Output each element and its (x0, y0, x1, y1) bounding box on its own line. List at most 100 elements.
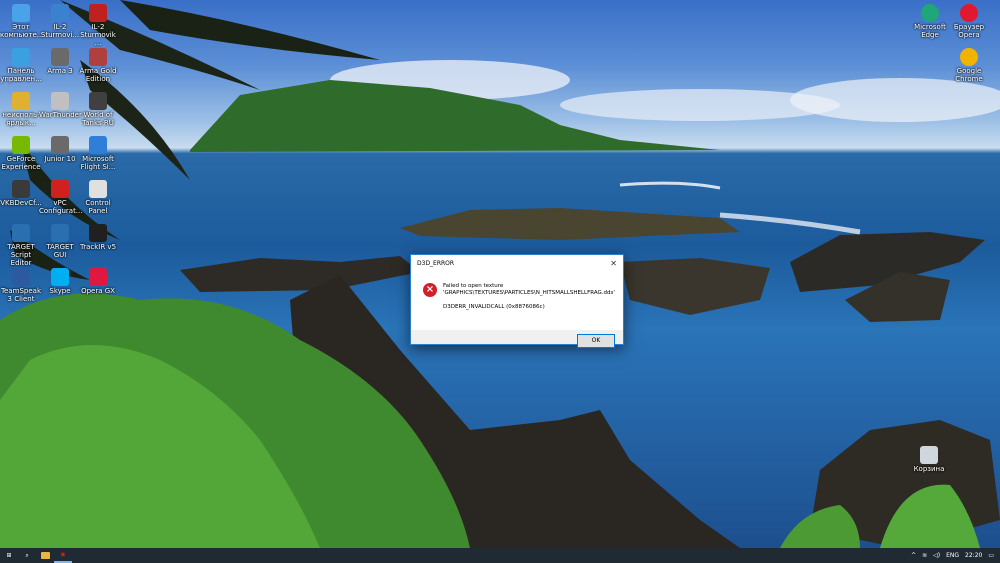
ok-button[interactable]: OK (577, 334, 615, 348)
app-icon (12, 268, 30, 286)
desktop-icon[interactable]: Google Chrome (948, 48, 990, 83)
app-icon (89, 48, 107, 66)
browser-icon (960, 4, 978, 22)
desktop-icon[interactable]: Junior 10 (39, 136, 81, 163)
clock[interactable]: 22:20 (965, 552, 982, 559)
language-indicator[interactable]: ENG (946, 552, 959, 559)
desktop-icon[interactable]: Microsoft Flight Si... (77, 136, 119, 171)
app-icon (12, 48, 30, 66)
dialog-titlebar[interactable]: D3D_ERROR ✕ (411, 255, 623, 271)
desktop-icon-label: TARGET Script Editor (7, 243, 35, 267)
search-button[interactable]: ⌕ (18, 548, 36, 563)
desktop-icon-label: VKBDevCf... (0, 199, 42, 207)
desktop-icon[interactable]: GeForce Experience (0, 136, 42, 171)
desktop-icon-label: Microsoft Edge (914, 23, 946, 39)
desktop-icon[interactable]: Панель управлен... (0, 48, 42, 83)
browser-icon (921, 4, 939, 22)
game-taskbar-button[interactable]: ★ (54, 548, 72, 563)
desktop-icon[interactable]: WarThunder (39, 92, 82, 119)
desktop-icon-label: Панель управлен... (0, 67, 42, 83)
desktop-icon-label: WarThunder (39, 111, 82, 119)
desktop-icon[interactable]: Браузер Opera (948, 4, 990, 39)
desktop-icon-label: World of Tanks RU (82, 111, 114, 127)
desktop-icon-label: неисполь-ярлык... (2, 111, 40, 127)
app-icon (12, 4, 30, 22)
start-button[interactable]: ⊞ (0, 548, 18, 563)
error-code: D3DERR_INVALIDCALL (0x8876086c) (443, 304, 545, 310)
desktop-icon-label: IL-2 Sturmovik ... (80, 23, 116, 47)
desktop-icon[interactable]: VKBDevCf... (0, 180, 42, 207)
app-icon (89, 224, 107, 242)
app-icon (51, 92, 69, 110)
dialog-title: D3D_ERROR (417, 259, 455, 267)
close-icon[interactable]: ✕ (610, 259, 617, 268)
app-icon (12, 224, 30, 242)
desktop-icon[interactable]: vPC Configurat... (39, 180, 83, 215)
app-icon (51, 136, 69, 154)
dialog-body: × Failed to open texture 'GRAPHICS\TEXTU… (411, 271, 623, 330)
desktop-icon-label: Браузер Opera (953, 23, 985, 39)
recycle-bin-label: Корзина (913, 465, 945, 473)
app-icon (12, 180, 30, 198)
app-icon (12, 92, 30, 110)
desktop-icon[interactable]: Arma Gold Edition (77, 48, 119, 83)
dialog-footer: OK (411, 330, 623, 352)
notifications-icon[interactable]: ▭ (988, 552, 994, 559)
desktop-icon[interactable]: неисполь-ярлык... (0, 92, 42, 127)
desktop-icon-label: Google Chrome (955, 67, 983, 83)
desktop-icon[interactable]: TrackIR v5 (77, 224, 119, 251)
desktop-icon-label: Control Panel (85, 199, 111, 215)
desktop-icon-label: TeamSpeak 3 Client (0, 287, 42, 303)
app-star-icon: ★ (59, 550, 67, 559)
dialog-message: Failed to open texture 'GRAPHICS\TEXTURE… (443, 283, 615, 311)
error-icon: × (423, 283, 437, 297)
desktop-icon[interactable]: TARGET GUI (39, 224, 81, 259)
app-icon (51, 48, 69, 66)
recycle-bin[interactable]: Корзина (908, 446, 950, 473)
browser-icon (960, 48, 978, 66)
system-tray: ^ ≋ ◁) ENG 22:20 ▭ (911, 548, 1000, 563)
desktop-icon-label: Этот компьюте... (0, 23, 44, 39)
desktop-icon[interactable]: Opera GX (77, 268, 119, 295)
search-icon: ⌕ (25, 551, 29, 559)
app-icon (51, 180, 69, 198)
desktop-icon-label: Microsoft Flight Si... (80, 155, 116, 171)
message-line-1: Failed to open texture (443, 283, 504, 289)
desktop-icon-label: Arma Gold Edition (79, 67, 117, 83)
error-dialog: D3D_ERROR ✕ × Failed to open texture 'GR… (410, 254, 624, 348)
desktop-icon[interactable]: Skype (39, 268, 81, 295)
desktop-icon[interactable]: TARGET Script Editor (0, 224, 42, 267)
app-icon (51, 268, 69, 286)
desktop-icon-label: IL-2 Sturmovi... (40, 23, 80, 39)
desktop-icon-label: TARGET GUI (46, 243, 74, 259)
app-icon (89, 136, 107, 154)
message-line-2: 'GRAPHICS\TEXTURES\PARTICLES\N_HITSMALLS… (443, 290, 615, 296)
desktop-icon-label: Opera GX (81, 287, 115, 295)
desktop-icon[interactable]: World of Tanks RU (77, 92, 119, 127)
desktop-icon[interactable]: Control Panel (77, 180, 119, 215)
recycle-bin-icon (920, 446, 938, 464)
app-icon (89, 4, 107, 22)
file-explorer-button[interactable] (36, 548, 54, 563)
desktop-icon[interactable]: TeamSpeak 3 Client (0, 268, 42, 303)
desktop-icon-label: Junior 10 (44, 155, 76, 163)
windows-icon: ⊞ (6, 552, 12, 559)
app-icon (51, 224, 69, 242)
wifi-icon[interactable]: ≋ (922, 552, 927, 559)
tray-overflow-icon[interactable]: ^ (911, 552, 916, 559)
desktop-icon-label: TrackIR v5 (79, 243, 117, 251)
desktop-icon[interactable]: Arma 3 (39, 48, 81, 75)
desktop-icon[interactable]: IL-2 Sturmovi... (39, 4, 81, 39)
app-icon (89, 268, 107, 286)
app-icon (89, 92, 107, 110)
desktop-icon[interactable]: Microsoft Edge (909, 4, 951, 39)
desktop-icon-label: vPC Configurat... (39, 199, 83, 215)
desktop-icon[interactable]: Этот компьюте... (0, 4, 44, 39)
desktop-icon-label: Skype (49, 287, 71, 295)
desktop-icon[interactable]: IL-2 Sturmovik ... (77, 4, 119, 47)
desktop-icon-label: Arma 3 (47, 67, 73, 75)
volume-icon[interactable]: ◁) (933, 552, 940, 559)
app-icon (12, 136, 30, 154)
folder-icon (40, 552, 50, 559)
app-icon (89, 180, 107, 198)
